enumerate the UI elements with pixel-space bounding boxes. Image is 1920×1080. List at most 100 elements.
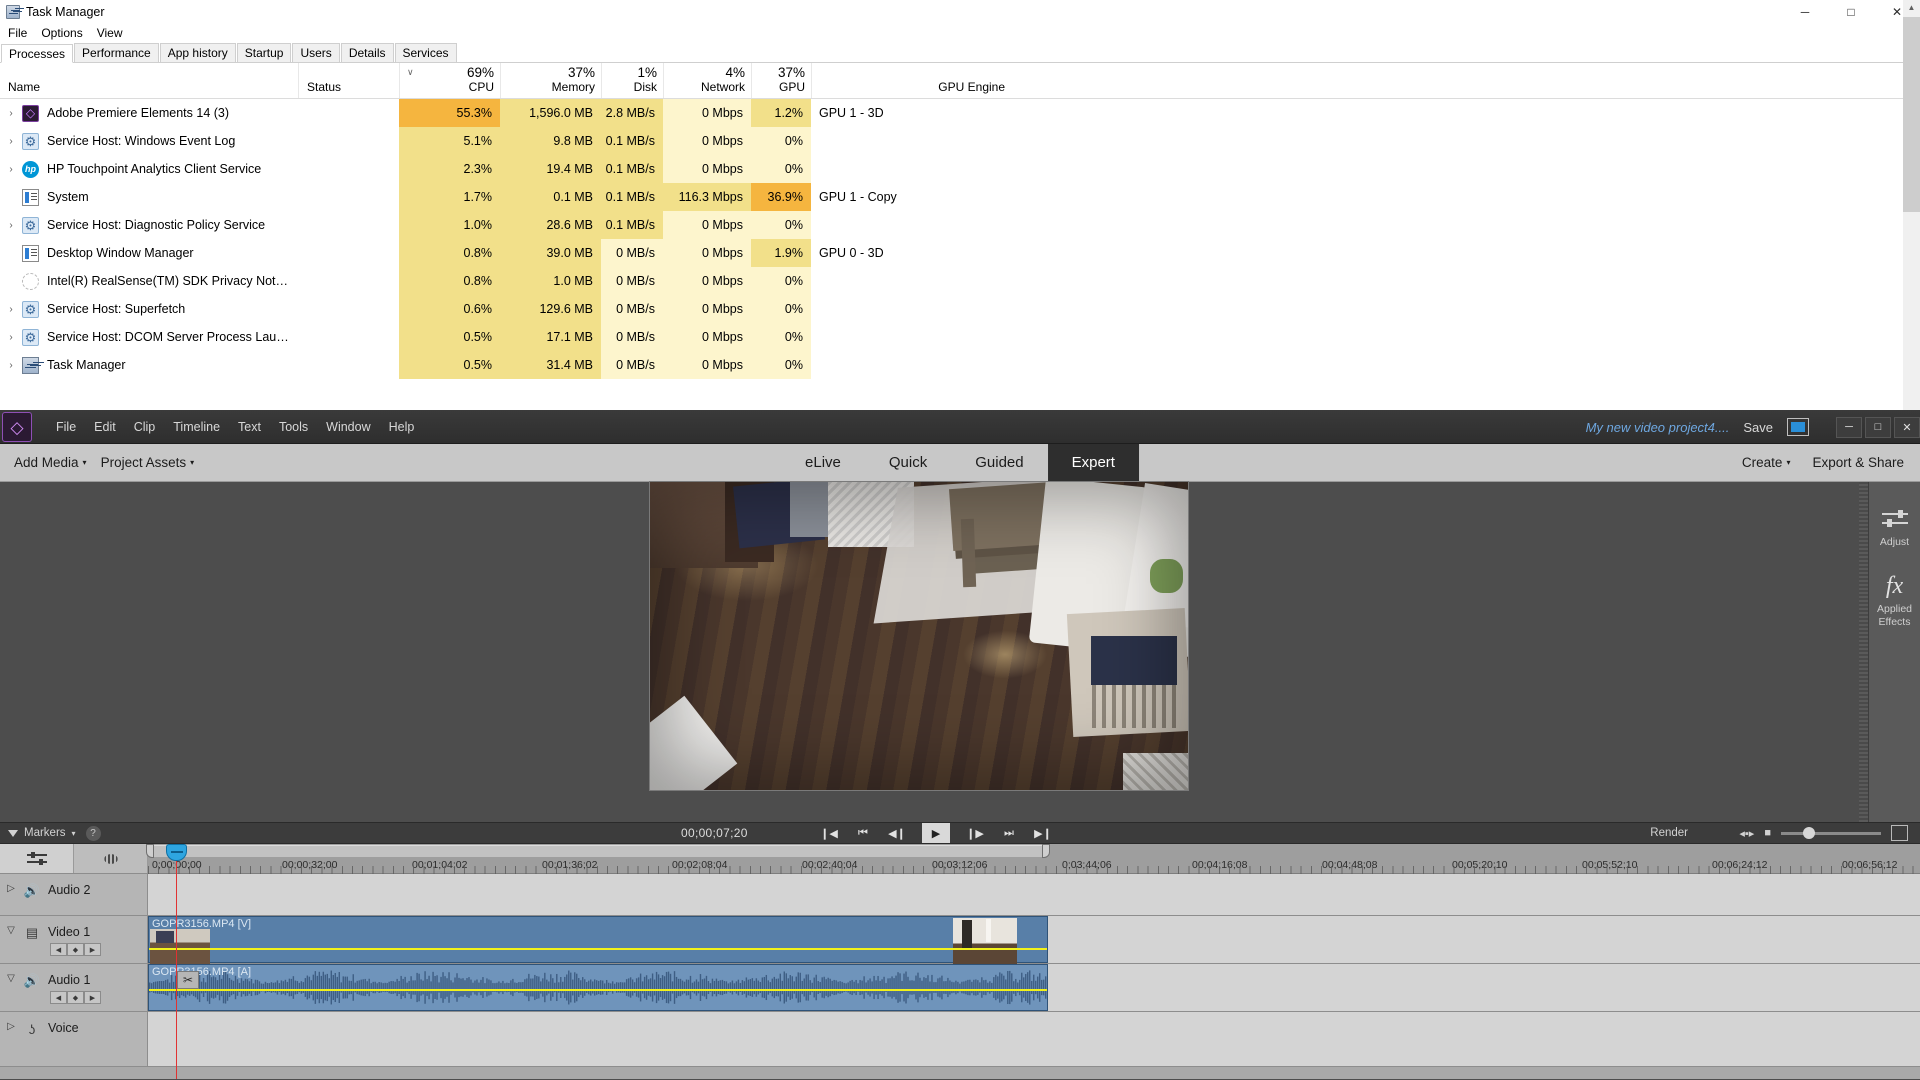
process-name-cell[interactable]: › HP Touchpoint Analytics Client Service — [0, 155, 298, 183]
speaker-icon[interactable]: 🔊 — [22, 973, 42, 989]
panel-resize-handle[interactable] — [1859, 482, 1868, 822]
keyframe-button-2[interactable]: ▶ — [84, 991, 101, 1004]
create-button[interactable]: Create ▾ — [1742, 455, 1791, 470]
save-button[interactable]: Save — [1743, 420, 1773, 435]
tm-menu-options[interactable]: Options — [41, 26, 82, 40]
table-row[interactable]: ›Service Host: Superfetch0.6%129.6 MB0 M… — [0, 295, 1920, 323]
tm-maximize-button[interactable]: □ — [1828, 0, 1874, 23]
tm-menu-file[interactable]: File — [8, 26, 27, 40]
process-name-cell[interactable]: Intel(R) RealSense(TM) SDK Privacy Notif… — [0, 267, 298, 295]
table-row[interactable]: › Service Host: DCOM Server Process Launc… — [0, 323, 1920, 351]
work-area-bar-end[interactable] — [1042, 844, 1050, 858]
premiere-minimize-button[interactable]: ─ — [1836, 416, 1862, 438]
process-name-cell[interactable]: › Service Host: Diagnostic Policy Service — [0, 211, 298, 239]
tm-minimize-button[interactable]: ─ — [1782, 0, 1828, 23]
add-media-button[interactable]: Add Media ▾ — [14, 455, 87, 470]
table-row[interactable]: › Task Manager 0.5% 31.4 MB 0 MB/s 0 Mbps 0% — [0, 351, 1920, 379]
expand-chevron-icon[interactable]: › — [0, 164, 22, 175]
process-name-cell[interactable]: › Task Manager — [0, 351, 298, 379]
table-row[interactable]: System 1.7% 0.1 MB 0.1 MB/s 116.3 Mbps 36.9% G… — [0, 183, 1920, 211]
current-time-indicator[interactable] — [166, 844, 187, 1079]
column-header-name[interactable]: Name — [0, 63, 298, 98]
premiere-menu-timeline[interactable]: Timeline — [173, 420, 220, 434]
track-content[interactable] — [148, 1012, 1920, 1066]
mode-tab-elive[interactable]: eLive — [781, 444, 865, 482]
expand-chevron-icon[interactable]: › — [0, 220, 22, 231]
film-icon[interactable]: ▤ — [22, 925, 42, 941]
volume-rubber-band[interactable] — [149, 989, 1047, 991]
scroll-up-arrow[interactable]: ▲ — [1903, 0, 1920, 17]
column-header-gpu-engine[interactable]: GPU Engine — [811, 63, 1011, 98]
tm-menu-view[interactable]: View — [97, 26, 123, 40]
step-back-button[interactable]: ◀❙ — [888, 825, 906, 841]
track-header-video-1[interactable]: ▽ ▤ Video 1 ◀ ◆ ▶ — [0, 916, 148, 963]
work-area-bar[interactable] — [154, 845, 1042, 857]
mode-tab-expert[interactable]: Expert — [1047, 443, 1139, 482]
track-header-audio-1[interactable]: ▽ 🔊 Audio 1 ◀ ◆ ▶ — [0, 964, 148, 1011]
mode-tab-quick[interactable]: Quick — [865, 444, 951, 482]
export-share-button[interactable]: Export & Share — [1812, 455, 1908, 470]
table-row[interactable]: › Service Host: Windows Event Log 5.1%9.8 … — [0, 127, 1920, 155]
timeline-clip[interactable]: GOPR3156.MP4 [A] ✂ — [148, 964, 1048, 1011]
zoom-fit-icon[interactable]: ■ — [1764, 827, 1771, 839]
table-row[interactable]: › HP Touchpoint Analytics Client Service 2… — [0, 155, 1920, 183]
zoom-slider[interactable] — [1781, 826, 1881, 839]
process-name-cell[interactable]: Desktop Window Manager — [0, 239, 298, 267]
expand-chevron-icon[interactable]: › — [0, 136, 22, 147]
column-header-gpu[interactable]: 37% GPU — [751, 63, 811, 98]
premiere-menu-file[interactable]: File — [56, 420, 76, 434]
expand-chevron-icon[interactable]: › — [0, 332, 22, 343]
keyframe-button-2[interactable]: ▶ — [84, 943, 101, 956]
premiere-close-button[interactable]: ✕ — [1894, 416, 1920, 438]
track-content[interactable]: GOPR3156.MP4 [V] — [148, 916, 1920, 964]
zoom-out-icon[interactable]: ◂▪▸ — [1739, 827, 1754, 840]
keyframe-button-1[interactable]: ◆ — [67, 991, 84, 1004]
mode-tab-guided[interactable]: Guided — [951, 444, 1047, 482]
column-header-disk[interactable]: 1% Disk — [601, 63, 663, 98]
project-name-label[interactable]: My new video project4.... — [1586, 420, 1730, 435]
table-row[interactable]: Intel(R) RealSense(TM) SDK Privacy Notif… — [0, 267, 1920, 295]
track-header-audio-2[interactable]: ▷ 🔊 Audio 2 — [0, 874, 148, 915]
premiere-menu-edit[interactable]: Edit — [94, 420, 116, 434]
premiere-menu-text[interactable]: Text — [238, 420, 261, 434]
collapse-chevron-icon[interactable]: ▽ — [0, 925, 22, 936]
expand-chevron-icon[interactable]: › — [0, 304, 22, 315]
current-timecode[interactable]: 00;00;07;20 — [681, 826, 748, 840]
display-mode-icon[interactable] — [1787, 418, 1809, 436]
column-header-cpu[interactable]: ∨ 69% CPU — [399, 63, 500, 98]
zoom-max-button[interactable] — [1891, 825, 1908, 841]
tab-users[interactable]: Users — [292, 43, 340, 62]
play-button[interactable]: ▶ — [922, 823, 950, 843]
process-name-cell[interactable]: › Service Host: Windows Event Log — [0, 127, 298, 155]
audio-mixer-tool[interactable] — [0, 844, 74, 873]
table-row[interactable]: Desktop Window Manager 0.8% 39.0 MB 0 MB/s 0… — [0, 239, 1920, 267]
narration-tool[interactable] — [74, 844, 148, 873]
zoom-slider-knob[interactable] — [1803, 826, 1815, 839]
go-to-start-button[interactable]: ⏮ — [854, 825, 872, 841]
set-out-point-button[interactable]: ▶❙ — [1034, 825, 1052, 841]
tab-services[interactable]: Services — [394, 43, 457, 62]
table-row[interactable]: › Service Host: Diagnostic Policy Service… — [0, 211, 1920, 239]
collapse-chevron-icon[interactable]: ▽ — [0, 973, 22, 984]
expand-chevron-icon[interactable]: ▷ — [0, 1021, 22, 1032]
track-content[interactable] — [148, 874, 1920, 915]
mic-icon[interactable]: ʖ — [22, 1021, 42, 1037]
keyframe-button-0[interactable]: ◀ — [50, 991, 67, 1004]
process-name-cell[interactable]: › Service Host: Superfetch — [0, 295, 298, 323]
step-forward-button[interactable]: ❙▶ — [966, 825, 984, 841]
column-header-network[interactable]: 4% Network — [663, 63, 751, 98]
markers-button[interactable]: Markers ▾ — [8, 827, 76, 839]
project-assets-button[interactable]: Project Assets ▾ — [101, 455, 195, 470]
premiere-menu-help[interactable]: Help — [389, 420, 415, 434]
tab-processes[interactable]: Processes — [1, 44, 74, 63]
keyframe-button-0[interactable]: ◀ — [50, 943, 67, 956]
process-name-cell[interactable]: › Adobe Premiere Elements 14 (3) — [0, 99, 298, 127]
column-header-memory[interactable]: 37% Memory — [500, 63, 601, 98]
program-monitor[interactable] — [649, 481, 1189, 791]
sidebar-item-adjust[interactable]: Adjust — [1869, 506, 1920, 549]
work-area-bar-start[interactable] — [146, 844, 154, 858]
tab-performance[interactable]: Performance — [74, 43, 159, 62]
speaker-icon[interactable]: 🔊 — [22, 883, 42, 899]
tab-startup[interactable]: Startup — [236, 43, 292, 62]
sidebar-item-applied-effects[interactable]: fx Applied Effects — [1869, 573, 1920, 629]
